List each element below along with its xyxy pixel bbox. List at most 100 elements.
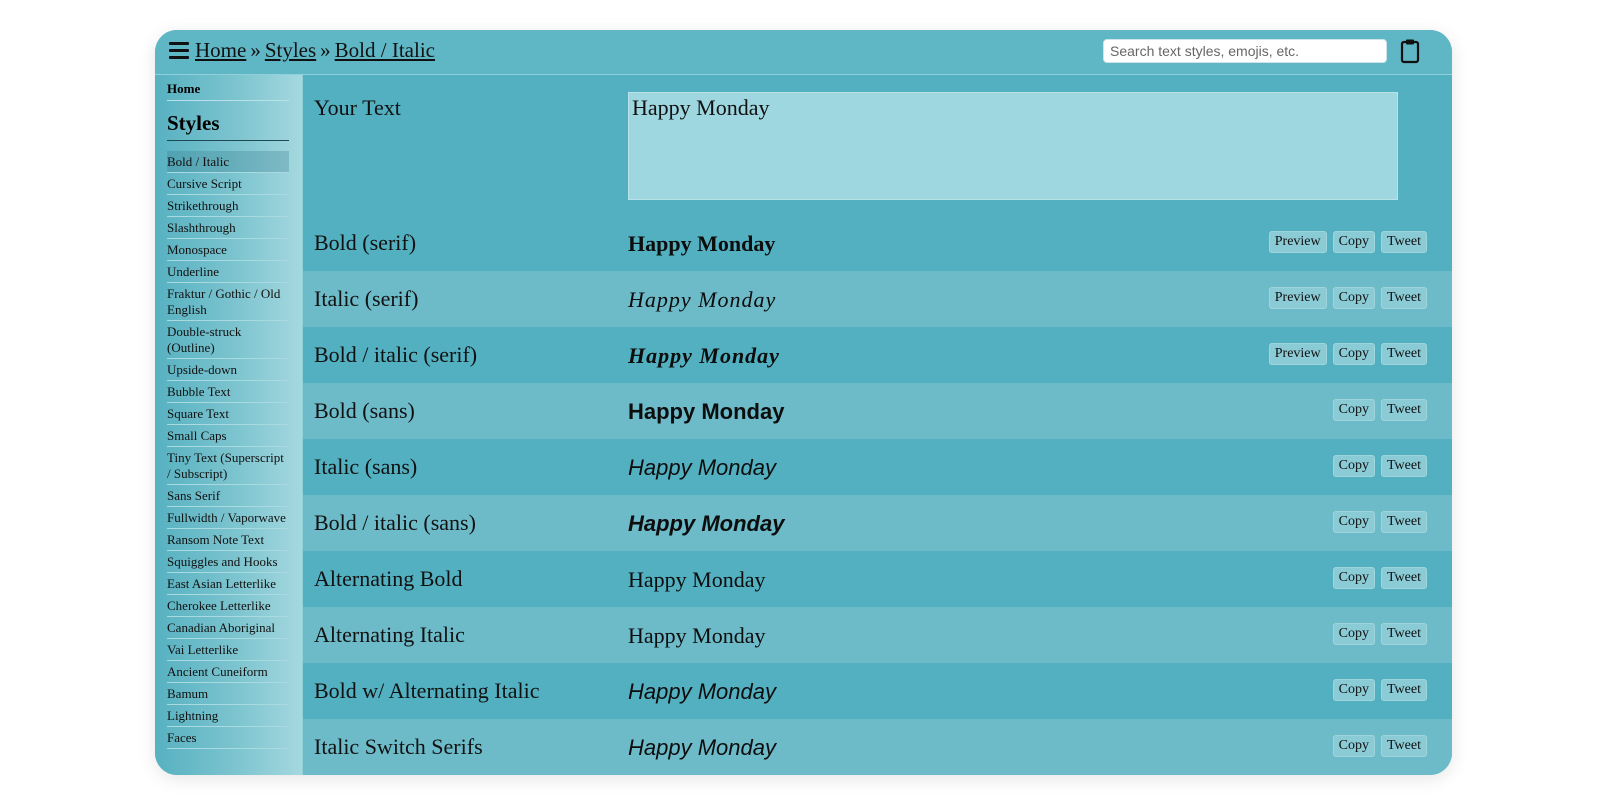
style-label: Bold (sans) — [314, 398, 415, 423]
sidebar-item[interactable]: Bubble Text — [167, 381, 289, 403]
row-actions: Copy Tweet — [1332, 455, 1427, 477]
style-row: Bold w/ Alternating Italic Happy Monday Co… — [303, 663, 1452, 719]
tweet-button[interactable]: Tweet — [1380, 455, 1427, 477]
your-text-label: Your Text — [314, 95, 401, 120]
hamburger-menu-icon[interactable] — [169, 42, 189, 60]
tweet-button[interactable]: Tweet — [1380, 623, 1427, 645]
sidebar-home-link[interactable]: Home — [167, 81, 289, 101]
sidebar-item[interactable]: Tiny Text (Superscript / Subscript) — [167, 447, 289, 485]
style-label: Italic Switch Serifs — [314, 734, 483, 759]
tweet-button[interactable]: Tweet — [1380, 567, 1427, 589]
copy-button[interactable]: Copy — [1332, 399, 1375, 421]
sidebar-item[interactable]: Underline — [167, 261, 289, 283]
style-output[interactable]: Happy Monday — [628, 567, 765, 593]
tweet-button[interactable]: Tweet — [1380, 511, 1427, 533]
sidebar-item[interactable]: Square Text — [167, 403, 289, 425]
sidebar-item[interactable]: Cherokee Letterlike — [167, 595, 289, 617]
sidebar-item[interactable]: Ancient Cuneiform — [167, 661, 289, 683]
tweet-button[interactable]: Tweet — [1380, 735, 1427, 757]
style-label: Alternating Bold — [314, 566, 463, 591]
main-content: Your Text Bold (serif) Happy Monday Previe… — [303, 75, 1452, 775]
sidebar-item[interactable]: Ransom Note Text — [167, 529, 289, 551]
sidebar-item[interactable]: Monospace — [167, 239, 289, 261]
sidebar-styles-heading: Styles — [167, 111, 289, 141]
row-actions: Copy Tweet — [1332, 679, 1427, 701]
style-label: Bold w/ Alternating Italic — [314, 678, 540, 703]
breadcrumb-home[interactable]: Home — [195, 38, 246, 62]
sidebar-item[interactable]: Fraktur / Gothic / Old English — [167, 283, 289, 321]
tweet-button[interactable]: Tweet — [1380, 231, 1427, 253]
text-input[interactable] — [628, 92, 1398, 200]
top-bar: Home» Styles» Bold / Italic — [155, 30, 1452, 75]
style-label: Italic (sans) — [314, 454, 418, 479]
copy-button[interactable]: Copy — [1332, 287, 1375, 309]
copy-button[interactable]: Copy — [1332, 735, 1375, 757]
search-input[interactable] — [1103, 39, 1387, 63]
sidebar: Home Styles Bold / Italic Cursive Script S… — [155, 75, 303, 775]
sidebar-style-list: Bold / Italic Cursive Script Strikethrough… — [167, 151, 289, 749]
style-label: Bold (serif) — [314, 230, 417, 255]
style-label: Bold / italic (sans) — [314, 510, 476, 535]
copy-button[interactable]: Copy — [1332, 455, 1375, 477]
row-actions: Copy Tweet — [1332, 399, 1427, 421]
preview-button[interactable]: Preview — [1268, 231, 1327, 253]
sidebar-item[interactable]: Strikethrough — [167, 195, 289, 217]
tweet-button[interactable]: Tweet — [1380, 679, 1427, 701]
sidebar-item[interactable]: East Asian Letterlike — [167, 573, 289, 595]
sidebar-item[interactable]: Canadian Aboriginal — [167, 617, 289, 639]
breadcrumb-separator: » — [320, 38, 331, 62]
style-label: Bold / italic (serif) — [314, 342, 478, 367]
sidebar-item[interactable]: Small Caps — [167, 425, 289, 447]
row-actions: Copy Tweet — [1332, 623, 1427, 645]
style-output[interactable]: Happy Monday — [628, 287, 776, 313]
style-output[interactable]: Happy Monday — [628, 343, 780, 369]
sidebar-item[interactable]: Cursive Script — [167, 173, 289, 195]
sidebar-item[interactable]: Faces — [167, 727, 289, 749]
sidebar-item[interactable]: Sans Serif — [167, 485, 289, 507]
copy-button[interactable]: Copy — [1332, 567, 1375, 589]
copy-button[interactable]: Copy — [1332, 679, 1375, 701]
row-actions: Preview Copy Tweet — [1268, 343, 1427, 365]
clipboard-icon[interactable] — [1399, 38, 1421, 64]
style-output[interactable]: Happy Monday — [628, 399, 784, 425]
preview-button[interactable]: Preview — [1268, 343, 1327, 365]
style-row: Italic (sans) Happy Monday Copy Tweet — [303, 439, 1452, 495]
row-actions: Copy Tweet — [1332, 567, 1427, 589]
style-label: Alternating Italic — [314, 622, 465, 647]
row-actions: Copy Tweet — [1332, 511, 1427, 533]
style-output[interactable]: Happy Monday — [628, 455, 776, 481]
style-label: Italic (serif) — [314, 286, 419, 311]
sidebar-item[interactable]: Fullwidth / Vaporwave — [167, 507, 289, 529]
style-output[interactable]: Happy Monday — [628, 511, 784, 537]
sidebar-item[interactable]: Bamum — [167, 683, 289, 705]
style-output[interactable]: Happy Monday — [628, 231, 775, 257]
tweet-button[interactable]: Tweet — [1380, 399, 1427, 421]
row-actions: Preview Copy Tweet — [1268, 287, 1427, 309]
style-row: Italic Switch Serifs Happy Monday Copy Twee… — [303, 719, 1452, 775]
sidebar-item[interactable]: Upside-down — [167, 359, 289, 381]
style-row: Alternating Bold Happy Monday Copy Tweet — [303, 551, 1452, 607]
sidebar-item[interactable]: Squiggles and Hooks — [167, 551, 289, 573]
row-actions: Preview Copy Tweet — [1268, 231, 1427, 253]
breadcrumb-styles[interactable]: Styles — [265, 38, 316, 62]
tweet-button[interactable]: Tweet — [1380, 287, 1427, 309]
style-output[interactable]: Happy Monday — [628, 679, 776, 705]
style-row: Italic (serif) Happy Monday Preview Copy Twe… — [303, 271, 1452, 327]
style-output[interactable]: Happy Monday — [628, 623, 765, 649]
sidebar-item[interactable]: Bold / Italic — [167, 151, 289, 173]
style-row: Bold / italic (sans) Happy Monday Copy Twee… — [303, 495, 1452, 551]
sidebar-item[interactable]: Vai Letterlike — [167, 639, 289, 661]
copy-button[interactable]: Copy — [1332, 231, 1375, 253]
breadcrumb-current[interactable]: Bold / Italic — [335, 38, 435, 62]
sidebar-item[interactable]: Lightning — [167, 705, 289, 727]
tweet-button[interactable]: Tweet — [1380, 343, 1427, 365]
copy-button[interactable]: Copy — [1332, 623, 1375, 645]
style-output[interactable]: Happy Monday — [628, 735, 776, 761]
sidebar-item[interactable]: Slashthrough — [167, 217, 289, 239]
copy-button[interactable]: Copy — [1332, 511, 1375, 533]
copy-button[interactable]: Copy — [1332, 343, 1375, 365]
sidebar-item[interactable]: Double-struck (Outline) — [167, 321, 289, 359]
input-row: Your Text — [303, 75, 1452, 215]
breadcrumb-separator: » — [250, 38, 261, 62]
preview-button[interactable]: Preview — [1268, 287, 1327, 309]
